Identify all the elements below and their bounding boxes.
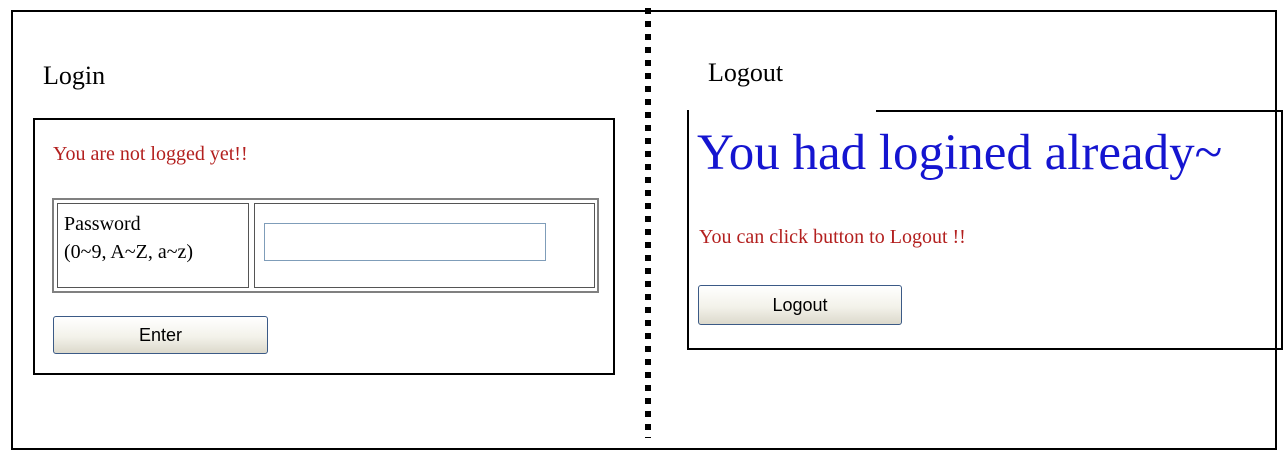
logout-button[interactable]: Logout (698, 285, 902, 325)
password-input[interactable] (264, 223, 546, 261)
login-panel: You are not logged yet!! Password (0~9, … (33, 118, 615, 375)
password-label-line2: (0~9, A~Z, a~z) (64, 241, 194, 263)
password-label: Password (0~9, A~Z, a~z) (64, 210, 193, 266)
logout-heading: You had logined already~ (697, 125, 1223, 181)
enter-button[interactable]: Enter (53, 316, 268, 354)
password-label-line1: Password (64, 213, 141, 235)
login-status-message: You are not logged yet!! (53, 143, 248, 165)
section-divider (645, 8, 651, 438)
logout-panel: You had logined already~ You can click b… (687, 110, 1283, 350)
password-table: Password (0~9, A~Z, a~z) (52, 198, 599, 293)
password-label-cell: Password (0~9, A~Z, a~z) (57, 203, 249, 288)
logout-instruction: You can click button to Logout !! (699, 226, 966, 248)
login-section-title: Login (43, 61, 106, 90)
password-input-cell (254, 203, 595, 288)
logout-section-title: Logout (708, 58, 784, 87)
